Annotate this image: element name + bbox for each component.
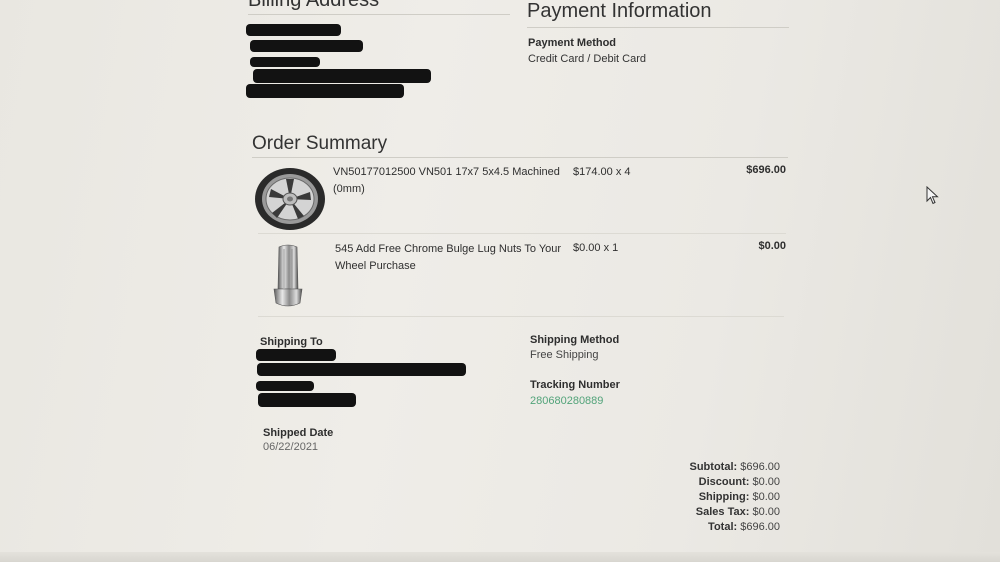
redaction-bar (253, 69, 431, 83)
payment-information-title: Payment Information (527, 0, 712, 22)
grand-total-value: $696.00 (740, 521, 780, 533)
shipping-to-label: Shipping To (260, 336, 323, 348)
redaction-bar (250, 57, 320, 67)
redaction-bar (258, 393, 356, 407)
shipping-cost-label: Shipping: (698, 491, 750, 503)
redaction-bar (246, 24, 341, 36)
discount-value: $0.00 (752, 476, 780, 488)
wheel-image[interactable] (253, 166, 326, 231)
redaction-bar (257, 363, 466, 376)
item-divider (258, 316, 784, 317)
taskbar-edge (0, 552, 1000, 562)
shipping-cost-row: Shipping: $0.00 (690, 490, 780, 505)
item-divider (258, 233, 786, 234)
sales-tax-value: $0.00 (752, 506, 780, 518)
redaction-bar (250, 40, 363, 52)
item-description: 545 Add Free Chrome Bulge Lug Nuts To Yo… (335, 243, 562, 272)
shipping-method-label: Shipping Method (530, 334, 620, 346)
subtotal-label: Subtotal: (689, 461, 738, 473)
order-summary-title: Order Summary (252, 133, 388, 154)
item-price-quantity: $174.00 x 4 (573, 166, 631, 178)
grand-total-row: Total: $696.00 (690, 520, 780, 535)
item-total: $696.00 (746, 164, 786, 176)
redaction-bar (246, 84, 404, 98)
payment-method-label: Payment Method (528, 37, 617, 49)
item-total: $0.00 (758, 240, 786, 252)
subtotal-value: $696.00 (740, 461, 780, 473)
shipping-cost-value: $0.00 (752, 491, 780, 503)
grand-total-label: Total: (708, 521, 738, 533)
item-description: VN50177012500 VN501 17x7 5x4.5 Machined … (333, 166, 560, 195)
order-summary-divider (252, 157, 788, 158)
tracking-number-link[interactable]: 280680280889 (530, 395, 603, 407)
redaction-bar (256, 349, 336, 361)
sales-tax-row: Sales Tax: $0.00 (690, 505, 780, 520)
shipping-method-value: Free Shipping (530, 349, 599, 361)
sales-tax-label: Sales Tax: (695, 506, 750, 518)
redaction-bar (256, 381, 314, 391)
payment-method-value: Credit Card / Debit Card (528, 53, 646, 65)
payment-divider (527, 27, 789, 28)
billing-divider (248, 14, 510, 15)
shipped-date-value: 06/22/2021 (263, 441, 319, 453)
subtotal-row: Subtotal: $696.00 (690, 460, 781, 475)
shipped-date-label: Shipped Date (263, 427, 334, 439)
tracking-number-label: Tracking Number (530, 379, 620, 391)
billing-address-title: Billing Address (248, 0, 380, 11)
order-totals: Subtotal: $696.00 Discount: $0.00 Shippi… (690, 460, 781, 535)
mouse-cursor-icon (926, 186, 939, 205)
item-price-quantity: $0.00 x 1 (573, 242, 619, 254)
discount-label: Discount: (698, 476, 750, 488)
lug-nut-image[interactable] (270, 243, 306, 313)
discount-row: Discount: $0.00 (690, 475, 780, 490)
